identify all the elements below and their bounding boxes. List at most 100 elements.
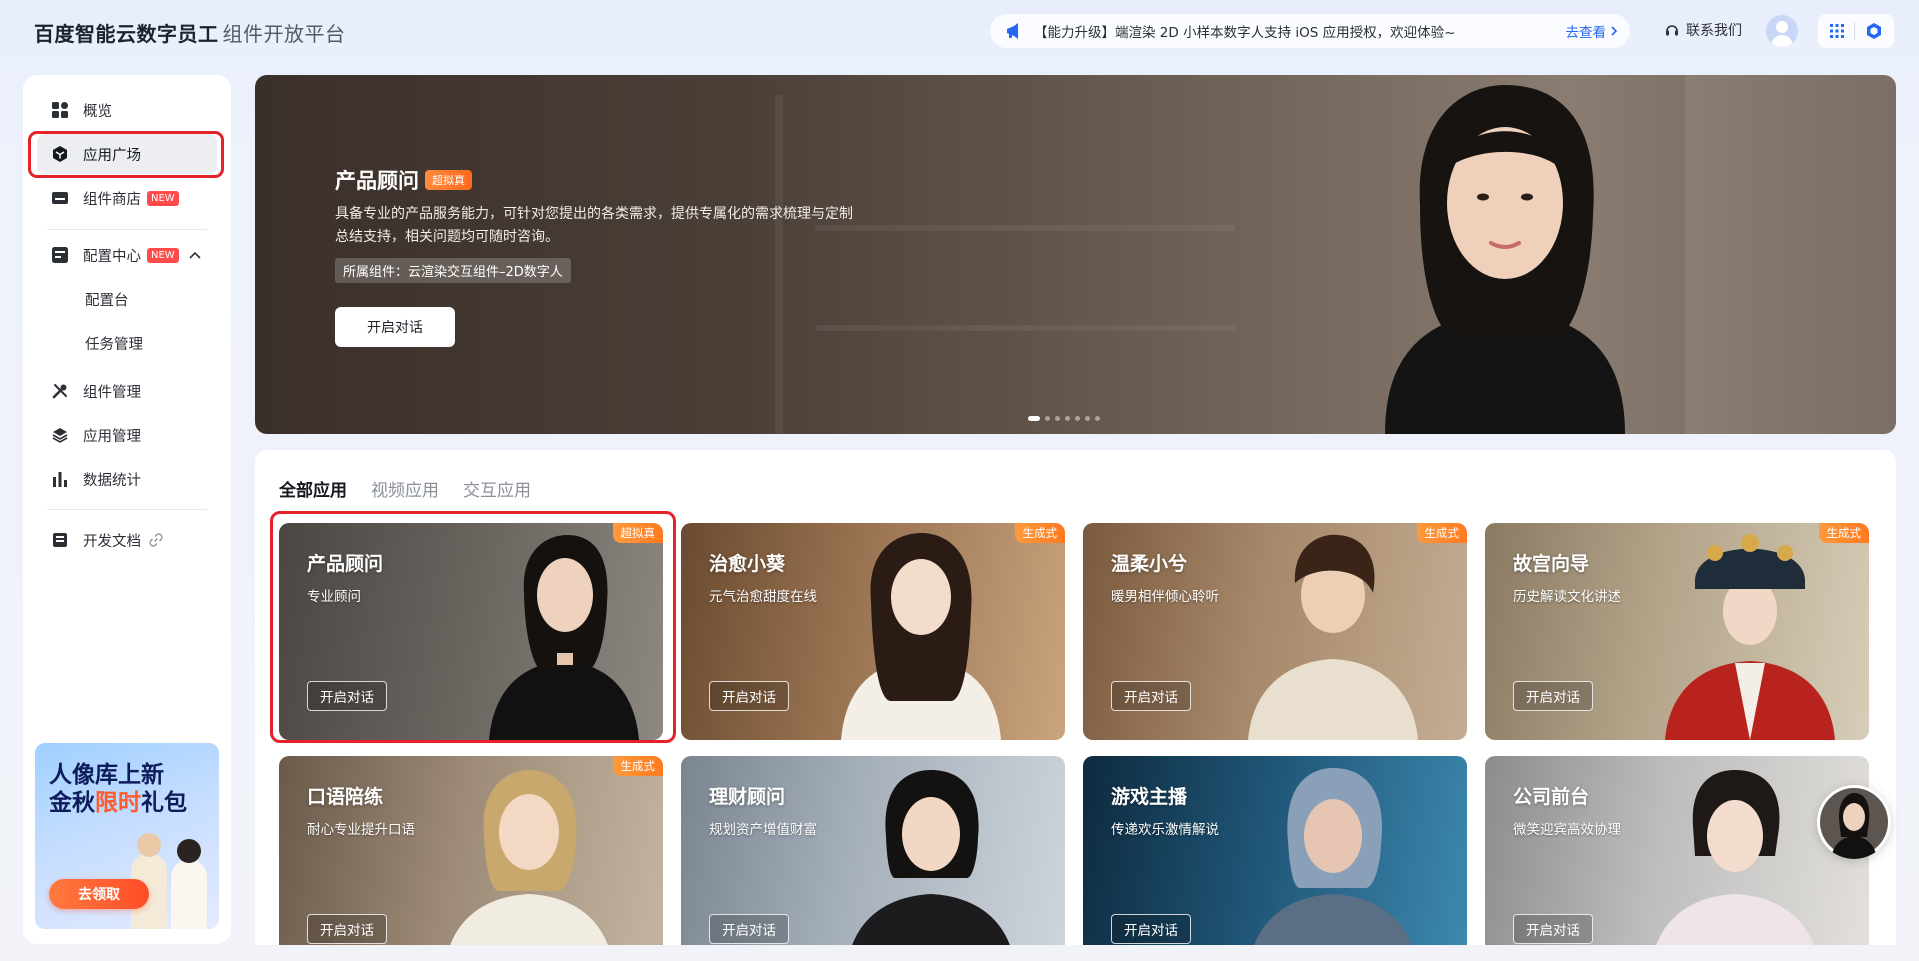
apps-tabs: 全部应用 视频应用 交互应用 — [279, 476, 531, 501]
card-tag: 生成式 — [1014, 523, 1065, 543]
card-title: 口语陪练 — [307, 786, 384, 808]
promo-claim-button[interactable]: 去领取 — [49, 879, 149, 909]
contact-us-button[interactable]: 联系我们 — [1664, 20, 1742, 40]
card-start-chat-button[interactable]: 开启对话 — [709, 914, 789, 944]
promo-line-2a: 金秋 — [49, 790, 95, 816]
external-link-icon — [149, 533, 163, 547]
sidebar-item-config-console[interactable]: 配置台 — [37, 279, 217, 319]
carousel-dot[interactable] — [1095, 416, 1100, 421]
sidebar-divider — [47, 509, 207, 510]
hero-component-label: 所属组件：云渲染交互组件–2D数字人 — [335, 258, 571, 283]
card-portrait — [1665, 534, 1835, 740]
card-start-chat-button[interactable]: 开启对话 — [307, 914, 387, 944]
bg-shelf — [815, 325, 1235, 331]
sidebar-item-overview[interactable]: 概览 — [37, 90, 217, 130]
apps-grid-icon[interactable] — [1829, 23, 1845, 39]
sidebar-item-component-management[interactable]: 组件管理 — [37, 371, 217, 411]
bg-window — [1685, 75, 1896, 434]
layers-icon — [51, 426, 69, 444]
card-start-chat-button[interactable]: 开启对话 — [709, 681, 789, 711]
sidebar-item-app-management[interactable]: 应用管理 — [37, 415, 217, 455]
app-card-palace-guide[interactable]: 生成式 故宫向导 历史解读文化讲述 开启对话 — [1485, 523, 1869, 740]
card-start-chat-button[interactable]: 开启对话 — [1111, 914, 1191, 944]
brand-subtitle: 组件开放平台 — [222, 22, 346, 46]
user-avatar[interactable] — [1766, 15, 1798, 47]
card-start-chat-button[interactable]: 开启对话 — [1111, 681, 1191, 711]
card-title: 故宫向导 — [1513, 553, 1590, 575]
sidebar-item-label: 概览 — [83, 103, 112, 120]
card-portrait — [1254, 768, 1412, 945]
sidebar-item-label: 配置中心 — [83, 248, 141, 265]
card-tag: 生成式 — [1416, 523, 1467, 543]
card-subtitle: 元气治愈甜度在线 — [709, 589, 817, 605]
sidebar-item-label: 组件管理 — [83, 384, 141, 401]
app-card-gentle-xi[interactable]: 生成式 温柔小兮 暖男相伴倾心聆听 开启对话 — [1083, 523, 1467, 740]
carousel-dot[interactable] — [1085, 416, 1090, 421]
top-bar: 百度智能云数字员工 组件开放平台 【能力升级】端渲染 2D 小样本数字人支持 iO… — [0, 0, 1919, 62]
tools-icon — [51, 382, 69, 400]
promo-banner[interactable]: 人像库上新 金秋限时礼包 去领取 — [35, 743, 219, 929]
doc-icon — [51, 531, 69, 549]
tab-interactive-apps[interactable]: 交互应用 — [463, 476, 531, 501]
carousel-dot[interactable] — [1055, 416, 1060, 421]
sidebar-item-dev-docs[interactable]: 开发文档 — [37, 520, 217, 560]
carousel-dot[interactable] — [1065, 416, 1070, 421]
hero-start-chat-button[interactable]: 开启对话 — [335, 307, 455, 347]
chevron-up-icon[interactable] — [189, 251, 201, 259]
config-icon — [51, 246, 69, 264]
card-portrait — [841, 533, 1001, 740]
app-switcher[interactable] — [1818, 14, 1894, 48]
carousel-dot[interactable] — [1045, 416, 1050, 421]
cloud-hexagon-icon[interactable] — [1865, 22, 1883, 40]
hero-tag: 超拟真 — [425, 170, 472, 190]
notice-link[interactable]: 去查看 — [1566, 21, 1619, 41]
app-card-speaking-partner[interactable]: 生成式 口语陪练 耐心专业提升口语 开启对话 — [279, 756, 663, 945]
card-start-chat-button[interactable]: 开启对话 — [1513, 681, 1593, 711]
promo-title: 人像库上新 金秋限时礼包 — [49, 761, 187, 817]
card-start-chat-button[interactable]: 开启对话 — [1513, 914, 1593, 944]
sidebar-item-task-management[interactable]: 任务管理 — [37, 323, 217, 363]
card-subtitle: 历史解读文化讲述 — [1513, 589, 1621, 605]
card-portrait — [1248, 534, 1418, 740]
notice-text: 【能力升级】端渲染 2D 小样本数字人支持 iOS 应用授权，欢迎体验~ — [1034, 25, 1456, 41]
highlight-box-card — [270, 511, 676, 743]
card-title: 公司前台 — [1513, 786, 1590, 808]
promo-line-2: 金秋限时礼包 — [49, 789, 187, 817]
carousel-dots — [1028, 416, 1100, 421]
sidebar: 概览 应用广场 组件商店 NEW 配置中心 NEW 配置台 任务管理 组件管理 — [23, 75, 231, 944]
notice-bar[interactable]: 【能力升级】端渲染 2D 小样本数字人支持 iOS 应用授权，欢迎体验~ 去查看 — [990, 14, 1630, 48]
app-card-front-desk[interactable]: 公司前台 微笑迎宾高效协理 开启对话 — [1485, 756, 1869, 945]
sidebar-item-label: 应用管理 — [83, 428, 141, 445]
carousel-dot[interactable] — [1028, 416, 1040, 421]
sidebar-item-label: 组件商店 — [83, 191, 141, 208]
app-card-healing-kui[interactable]: 生成式 治愈小葵 元气治愈甜度在线 开启对话 — [681, 523, 1065, 740]
sidebar-item-data-stats[interactable]: 数据统计 — [37, 459, 217, 499]
sidebar-item-config-center[interactable]: 配置中心 NEW — [37, 235, 217, 275]
brand-logo[interactable]: 百度智能云数字员工 组件开放平台 — [34, 18, 346, 47]
card-title: 温柔小兮 — [1111, 553, 1188, 575]
card-subtitle: 暖男相伴倾心聆听 — [1111, 589, 1219, 605]
tab-video-apps[interactable]: 视频应用 — [371, 476, 439, 501]
hero-banner[interactable]: 产品顾问 超拟真 具备专业的产品服务能力，可针对您提出的各类需求，提供专属化的需… — [255, 75, 1896, 434]
app-card-game-host[interactable]: 游戏主播 传递欢乐激情解说 开启对话 — [1083, 756, 1467, 945]
new-badge: NEW — [147, 247, 179, 263]
floating-assistant-avatar[interactable] — [1817, 785, 1891, 859]
card-subtitle: 传递欢乐激情解说 — [1111, 822, 1219, 838]
avatar-head — [1776, 21, 1788, 33]
carousel-dot[interactable] — [1075, 416, 1080, 421]
hero-title: 产品顾问 超拟真 — [335, 165, 472, 195]
bg-shelf — [775, 95, 783, 434]
chevron-right-icon — [1611, 26, 1618, 36]
hero-description: 具备专业的产品服务能力，可针对您提出的各类需求，提供专属化的需求梳理与定制总结支… — [335, 206, 853, 245]
sidebar-item-label: 配置台 — [85, 292, 129, 309]
highlight-box-nav — [28, 131, 224, 178]
sidebar-divider — [47, 229, 207, 230]
tab-all-apps[interactable]: 全部应用 — [279, 476, 347, 501]
avatar-body — [1771, 35, 1793, 47]
sidebar-item-label: 任务管理 — [85, 336, 143, 353]
app-card-finance-advisor[interactable]: 理财顾问 规划资产增值财富 开启对话 — [681, 756, 1065, 945]
hero-title-text: 产品顾问 — [335, 169, 419, 193]
bar-chart-icon — [51, 470, 69, 488]
grid-icon — [51, 101, 69, 119]
sidebar-item-component-store[interactable]: 组件商店 NEW — [37, 178, 217, 218]
